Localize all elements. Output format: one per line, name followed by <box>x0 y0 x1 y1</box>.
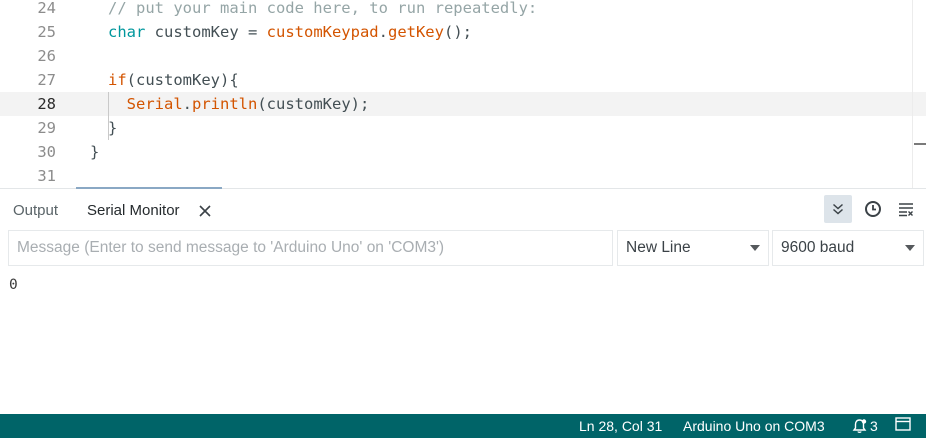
line-ending-value: New Line <box>626 239 691 256</box>
code-editor[interactable]: 24 // put your main code here, to run rep… <box>0 0 926 188</box>
clock-icon <box>865 201 881 217</box>
line-number: 29 <box>37 119 56 137</box>
code-text: // put your main code here, to run repea… <box>108 0 537 20</box>
serial-input-row: New Line 9600 baud <box>0 229 926 269</box>
chevron-down-icon <box>905 245 915 251</box>
indent-guide <box>108 92 109 140</box>
cursor-position[interactable]: Ln 28, Col 31 <box>579 414 662 438</box>
code-token: customKey = <box>145 23 267 41</box>
code-token: customKeypad <box>266 23 379 41</box>
code-token: (customKey); <box>257 95 370 113</box>
code-token: . <box>378 23 388 41</box>
baud-rate-select[interactable]: 9600 baud <box>772 230 924 266</box>
message-input[interactable] <box>8 230 613 266</box>
chevrons-down-icon <box>833 203 843 215</box>
scrollbar-track <box>912 0 913 188</box>
chevron-down-icon <box>750 245 760 251</box>
status-bar: Ln 28, Col 31 Arduino Uno on COM3 3 <box>0 414 926 438</box>
code-text: if(customKey){ <box>108 68 239 92</box>
panel-tabbar: Output Serial Monitor <box>0 189 926 229</box>
bell-icon <box>852 419 867 433</box>
scrollbar-marker <box>914 143 926 145</box>
code-token: } <box>90 143 100 161</box>
code-token: } <box>108 119 118 137</box>
code-token: (customKey){ <box>126 71 239 89</box>
code-line[interactable]: 24 // put your main code here, to run rep… <box>0 0 926 20</box>
editor-scrollbar[interactable] <box>912 0 926 188</box>
code-token: println <box>192 95 258 113</box>
code-token: getKey <box>387 23 444 41</box>
line-number: 24 <box>37 0 56 17</box>
timestamp-button[interactable] <box>859 195 887 223</box>
panel-layout-icon <box>895 417 911 431</box>
line-number: 30 <box>37 143 56 161</box>
tab-serial-monitor[interactable]: Serial Monitor <box>87 200 180 222</box>
line-number: 26 <box>37 47 56 65</box>
line-number: 31 <box>37 167 56 185</box>
code-line[interactable]: 26 <box>0 44 926 68</box>
code-token: Serial <box>126 95 183 113</box>
notifications-button[interactable]: 3 <box>852 414 878 438</box>
serial-output: 0 <box>9 277 18 293</box>
line-number: 27 <box>37 71 56 89</box>
line-number: 25 <box>37 23 56 41</box>
code-text: } <box>108 116 117 140</box>
tab-output[interactable]: Output <box>13 200 58 222</box>
line-ending-select[interactable]: New Line <box>617 230 769 266</box>
code-token: . <box>182 95 193 113</box>
close-icon[interactable] <box>196 201 214 221</box>
code-line[interactable]: 30} <box>0 140 926 164</box>
code-text: } <box>90 140 99 164</box>
clear-output-icon <box>899 203 913 217</box>
code-line[interactable]: 28 Serial.println(customKey); <box>0 92 926 116</box>
code-line[interactable]: 25 char customKey = customKeypad.getKey()… <box>0 20 926 44</box>
code-text: Serial.println(customKey); <box>108 92 370 116</box>
toggle-panel-button[interactable] <box>895 414 911 438</box>
code-token: (); <box>443 23 472 41</box>
autoscroll-button[interactable] <box>824 195 852 223</box>
code-token: if <box>108 71 127 89</box>
code-line[interactable]: 29} <box>0 116 926 140</box>
line-number: 28 <box>37 95 56 113</box>
code-line[interactable]: 31 <box>0 164 926 188</box>
notification-count: 3 <box>870 418 878 434</box>
code-line[interactable]: 27 if(customKey){ <box>0 68 926 92</box>
code-token: // put your main code here, to run repea… <box>108 0 538 17</box>
code-text: char customKey = customKeypad.getKey(); <box>108 20 472 44</box>
clear-output-button[interactable] <box>892 195 920 223</box>
bottom-panel: Output Serial Monitor New Line 9600 baud… <box>0 187 926 414</box>
board-port-status[interactable]: Arduino Uno on COM3 <box>683 414 825 438</box>
code-token: char <box>108 23 146 41</box>
baud-rate-value: 9600 baud <box>781 239 855 256</box>
